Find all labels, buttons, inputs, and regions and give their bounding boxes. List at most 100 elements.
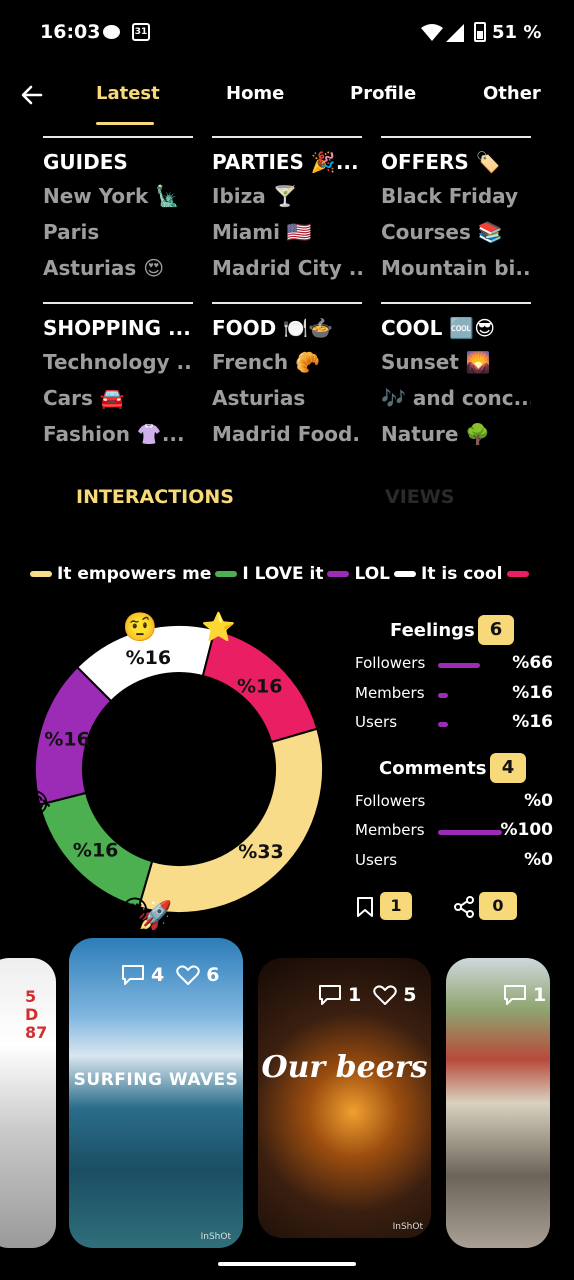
feelings-bar	[438, 663, 480, 668]
video-card[interactable]: 5 D 87	[0, 958, 56, 1248]
active-tab-indicator	[96, 122, 154, 125]
calendar-icon: 31	[132, 23, 150, 41]
row-label: Users	[355, 851, 398, 869]
feelings-bar	[438, 722, 448, 727]
share-count-badge: 0	[479, 892, 517, 920]
divider	[381, 136, 531, 138]
comments-row-users: Users %0	[355, 850, 553, 873]
row-label: Members	[355, 821, 425, 839]
chart-legend: It empowers me I LOVE it LOL It is cool	[30, 562, 534, 586]
reactions-donut-chart: %16🤨%16⭐%33🚀%16😍%16😂	[19, 610, 324, 930]
battery-icon	[474, 22, 486, 42]
row-value: %0	[524, 850, 553, 870]
status-bar: 16:03 31 51 %	[0, 0, 574, 66]
video-card-market[interactable]: 1	[446, 958, 550, 1248]
category-title[interactable]: PARTIES 🎉...	[212, 150, 362, 184]
card-comment-count: 1	[533, 984, 547, 1006]
heart-icon	[176, 965, 200, 985]
category-item[interactable]: Courses 📚	[381, 220, 531, 256]
video-card-beers[interactable]: 1 5 Our beers InShOt	[258, 958, 431, 1238]
category-item[interactable]: Fashion 👚...	[43, 422, 193, 458]
row-label: Followers	[355, 792, 426, 810]
comment-icon	[504, 985, 526, 1005]
donut-label-love: %16	[73, 840, 118, 862]
legend-swatch	[327, 571, 350, 577]
category-title[interactable]: GUIDES	[43, 150, 193, 184]
feelings-count-badge: 6	[478, 615, 514, 645]
donut-segment-empowers	[137, 727, 324, 914]
home-indicator[interactable]	[218, 1262, 356, 1266]
category-item[interactable]: Cars 🚘	[43, 386, 193, 422]
category-title[interactable]: OFFERS 🏷️	[381, 150, 531, 184]
card-like-count: 5	[403, 984, 417, 1006]
legend-swatch	[30, 571, 52, 577]
legend-label: LOL	[354, 564, 390, 584]
legend-label: I LOVE it	[242, 564, 324, 584]
card-stats: 1 5	[318, 984, 416, 1006]
category-item[interactable]: Madrid City ...	[212, 256, 362, 292]
category-item[interactable]: Ibiza 🍸	[212, 184, 362, 220]
watermark: InShOt	[392, 1222, 423, 1232]
donut-emoji-cool: 🤨	[122, 610, 157, 643]
category-item[interactable]: Technology ...	[43, 350, 193, 386]
comment-icon	[319, 985, 341, 1005]
tab-other[interactable]: Other	[483, 83, 541, 104]
category-item[interactable]: French 🥐	[212, 350, 362, 386]
comment-icon	[122, 965, 144, 985]
card-caption: Our beers	[261, 1050, 428, 1085]
category-item[interactable]: 🎶 and conc...	[381, 386, 531, 422]
row-label: Users	[355, 713, 398, 731]
card-stats: 4 6	[121, 964, 219, 986]
share-icon[interactable]	[453, 896, 475, 918]
category-item[interactable]: Asturias	[212, 386, 362, 422]
category-item[interactable]: Mountain bi...	[381, 256, 531, 292]
category-item[interactable]: Madrid Food...	[212, 422, 362, 458]
battery-percent: 51 %	[492, 22, 542, 43]
category-item[interactable]: Miami 🇺🇸	[212, 220, 362, 256]
category-item[interactable]: Nature 🌳	[381, 422, 531, 458]
divider	[212, 302, 362, 304]
category-food: FOOD 🍽️🍲 French 🥐 Asturias Madrid Food..…	[212, 302, 362, 458]
category-item[interactable]: Asturias 😍	[43, 256, 193, 292]
legend-label: It is cool	[421, 564, 503, 584]
message-icon	[103, 25, 120, 39]
category-cool: COOL 🆒😎 Sunset 🌄 🎶 and conc... Nature 🌳	[381, 302, 531, 458]
divider	[212, 136, 362, 138]
video-card-surfing[interactable]: 4 6 SURFING WAVES InShOt	[69, 938, 243, 1248]
divider	[43, 136, 193, 138]
category-parties: PARTIES 🎉... Ibiza 🍸 Miami 🇺🇸 Madrid Cit…	[212, 136, 362, 292]
donut-label-empowers: %33	[238, 841, 283, 863]
comments-row-members: Members %100	[355, 820, 553, 843]
back-arrow-icon[interactable]	[20, 83, 44, 107]
row-value: %0	[524, 791, 553, 811]
donut-emoji-star: ⭐	[201, 610, 236, 643]
category-offers: OFFERS 🏷️ Black Friday Courses 📚 Mountai…	[381, 136, 531, 292]
row-label: Followers	[355, 654, 426, 672]
donut-emoji-lol: 😂	[19, 787, 52, 820]
wifi-icon	[421, 24, 443, 41]
category-item[interactable]: Paris	[43, 220, 193, 256]
feelings-bar	[438, 693, 448, 698]
feelings-row-users: Users %16	[355, 712, 553, 735]
card-stats: 1	[503, 984, 546, 1006]
category-item[interactable]: New York 🗽	[43, 184, 193, 220]
comments-bar	[438, 830, 502, 835]
category-title[interactable]: COOL 🆒😎	[381, 316, 531, 350]
category-title[interactable]: FOOD 🍽️🍲	[212, 316, 362, 350]
tab-views[interactable]: VIEWS	[385, 486, 454, 508]
row-value: %16	[512, 712, 553, 732]
tab-latest[interactable]: Latest	[96, 83, 160, 104]
category-item[interactable]: Black Friday	[381, 184, 531, 220]
feelings-title: Feelings	[390, 620, 475, 641]
tab-profile[interactable]: Profile	[350, 83, 416, 104]
card-caption: SURFING WAVES	[73, 1070, 239, 1090]
category-title[interactable]: SHOPPING ...	[43, 316, 193, 350]
category-item[interactable]: Sunset 🌄	[381, 350, 531, 386]
card-thumbnail-text: 5 D 87	[25, 987, 48, 1042]
donut-emoji-love: 😍	[120, 894, 149, 927]
tab-home[interactable]: Home	[226, 83, 284, 104]
status-time: 16:03	[40, 21, 101, 43]
tab-interactions[interactable]: INTERACTIONS	[76, 486, 234, 508]
bookmark-icon[interactable]	[356, 897, 374, 917]
legend-swatch	[394, 571, 416, 577]
